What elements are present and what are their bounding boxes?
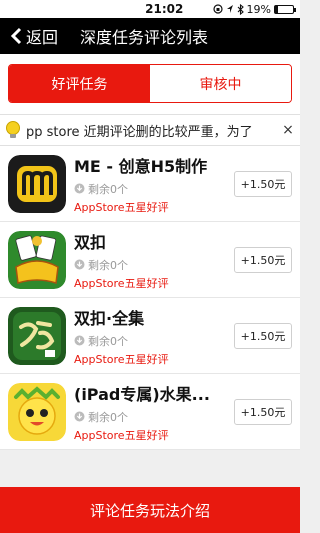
remaining-count: 剩余0个 [74, 409, 234, 425]
status-bar: 21:02 19% [0, 0, 300, 18]
download-icon [74, 411, 85, 422]
app-name: (iPad专属)水果... [74, 384, 210, 404]
review-tag: AppStore五星好评 [74, 428, 169, 442]
close-icon[interactable]: × [280, 122, 296, 138]
download-icon [74, 259, 85, 270]
me-app-icon [8, 154, 66, 213]
shuangkou-app-icon [8, 230, 66, 289]
item-info: (iPad专属)水果... 剩余0个 AppStore五星好评 [74, 381, 234, 443]
carrier-signal [6, 5, 116, 13]
back-label: 返回 [26, 28, 59, 47]
download-icon [74, 335, 85, 346]
review-tag: AppStore五星好评 [74, 276, 169, 290]
orientation-lock-icon [212, 4, 223, 14]
tab-under-review[interactable]: 审核中 [150, 65, 291, 102]
how-to-play-button[interactable]: 评论任务玩法介绍 [0, 487, 300, 533]
download-icon [74, 183, 85, 194]
notice-text: pp store 近期评论删的比较严重，为了 [26, 124, 253, 140]
remaining-count: 剩余0个 [74, 181, 234, 197]
reward-button[interactable]: +1.50元 [234, 170, 292, 197]
notice-bar: pp store 近期评论删的比较严重，为了 × [0, 115, 300, 146]
tab-bar-container: 好评任务 审核中 [0, 54, 300, 115]
list-item[interactable]: (iPad专属)水果... 剩余0个 AppStore五星好评 +1.50元 [0, 374, 300, 450]
app-name: ME - 创意H5制作 [74, 156, 208, 176]
list-item[interactable]: ME - 创意H5制作 剩余0个 AppStore五星好评 +1.50元 [0, 146, 300, 222]
tab-good-review[interactable]: 好评任务 [9, 65, 150, 102]
nav-bar: 返回 深度任务评论列表 [0, 18, 300, 54]
tab-bar: 好评任务 审核中 [8, 64, 292, 103]
battery-level [275, 5, 279, 13]
item-info: ME - 创意H5制作 剩余0个 AppStore五星好评 [74, 153, 234, 215]
status-time: 21:02 [145, 2, 184, 16]
app-name: 双扣·全集 [74, 308, 145, 328]
remaining-count: 剩余0个 [74, 333, 234, 349]
reward-button[interactable]: +1.50元 [234, 398, 292, 425]
status-indicators: 19% [212, 2, 296, 16]
item-info: 双扣 剩余0个 AppStore五星好评 [74, 229, 234, 291]
page-title: 深度任务评论列表 [80, 28, 209, 47]
app-name: 双扣 [74, 232, 107, 252]
reward-button[interactable]: +1.50元 [234, 246, 292, 273]
lightbulb-icon [6, 121, 20, 138]
review-tag: AppStore五星好评 [74, 200, 169, 214]
back-button[interactable]: 返回 [8, 24, 58, 48]
battery-icon [274, 4, 296, 14]
list-item[interactable]: 双扣 剩余0个 AppStore五星好评 +1.50元 [0, 222, 300, 298]
remaining-count: 剩余0个 [74, 257, 234, 273]
review-tag: AppStore五星好评 [74, 352, 169, 366]
location-icon [226, 5, 233, 13]
fruit-app-icon [8, 382, 66, 441]
task-list: ME - 创意H5制作 剩余0个 AppStore五星好评 +1.50元 双扣 … [0, 146, 300, 450]
reward-button[interactable]: +1.50元 [234, 322, 292, 349]
bluetooth-icon [237, 3, 244, 15]
chevron-left-icon [10, 27, 22, 45]
item-info: 双扣·全集 剩余0个 AppStore五星好评 [74, 305, 234, 367]
list-item[interactable]: 双扣·全集 剩余0个 AppStore五星好评 +1.50元 [0, 298, 300, 374]
battery-percent: 19% [246, 2, 271, 16]
shuangkou-quanji-app-icon [8, 306, 66, 365]
